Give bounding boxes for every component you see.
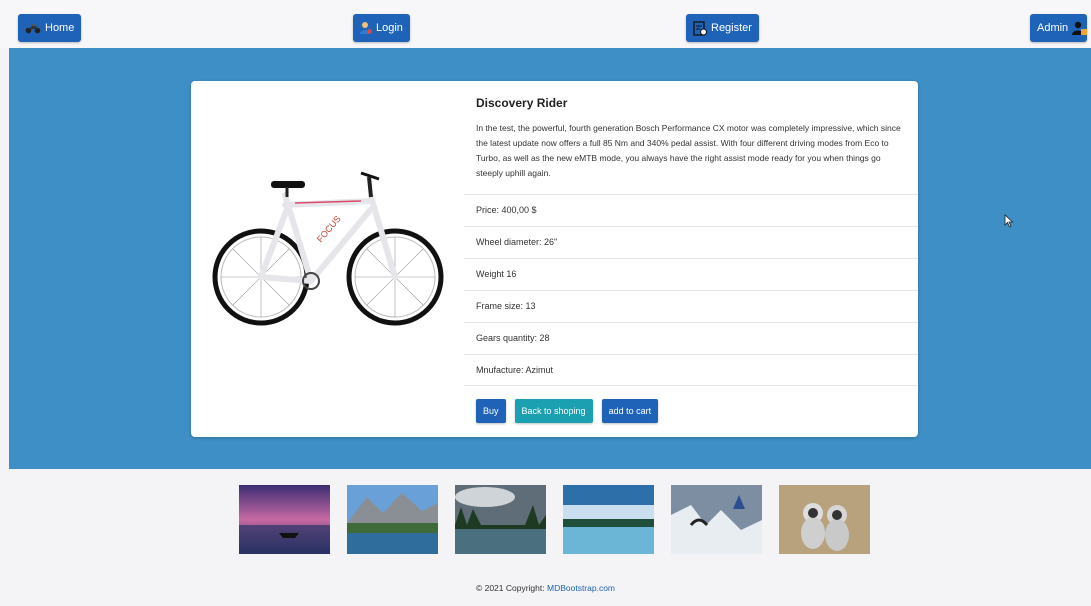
footer-link[interactable]: MDBootstrap.com	[547, 583, 615, 593]
bicycle-image: FOCUS	[212, 171, 444, 326]
product-card: FOCUS Discovery Rider In the test, the p…	[191, 81, 918, 437]
add-to-cart-button[interactable]: add to cart	[601, 399, 659, 423]
back-to-shopping-button[interactable]: Back to shoping	[514, 399, 593, 423]
gallery-image-mountain-lake[interactable]	[347, 485, 438, 554]
motorcycle-icon	[25, 23, 41, 34]
register-label: Register	[711, 22, 752, 34]
product-description: In the test, the powerful, fourth genera…	[476, 123, 901, 178]
top-navbar: Home Login Register Admin	[0, 0, 1091, 48]
product-title: Discovery Rider	[476, 96, 568, 110]
mouse-cursor-icon	[1004, 214, 1014, 228]
product-actions: Buy Back to shoping add to cart	[476, 399, 659, 423]
spec-price: Price: 400,00 $	[464, 194, 918, 226]
admin-label: Admin	[1037, 22, 1069, 34]
footer-copyright: © 2021 Copyright:	[475, 583, 545, 593]
footer: © 2021 Copyright: MDBootstrap.com	[0, 583, 1091, 593]
gallery-image-winter-scene[interactable]	[671, 485, 762, 554]
admin-user-icon	[1072, 21, 1088, 36]
image-gallery	[239, 485, 870, 554]
login-label: Login	[376, 22, 403, 34]
home-label: Home	[45, 22, 75, 34]
spec-weight: Weight 16	[464, 258, 918, 290]
gallery-image-misty-lake[interactable]	[563, 485, 654, 554]
buy-button[interactable]: Buy	[476, 399, 506, 423]
spec-gears-quantity: Gears quantity: 28	[464, 322, 918, 354]
login-button[interactable]: Login	[353, 14, 410, 42]
admin-button[interactable]: Admin	[1030, 14, 1088, 42]
register-button[interactable]: Register	[686, 14, 759, 42]
home-button[interactable]: Home	[18, 14, 82, 42]
spec-wheel-diameter: Wheel diameter: 26"	[464, 226, 918, 258]
svg-text:FOCUS: FOCUS	[315, 214, 343, 245]
gallery-image-forest-lake[interactable]	[455, 485, 546, 554]
gallery-image-sunset-boat[interactable]	[239, 485, 330, 554]
spec-frame-size: Frame size: 13	[464, 290, 918, 322]
user-icon	[360, 21, 372, 35]
gallery-image-monkeys[interactable]	[779, 485, 870, 554]
spec-manufacturer: Mnufacture: Azimut	[464, 354, 918, 386]
register-form-icon	[693, 20, 707, 36]
